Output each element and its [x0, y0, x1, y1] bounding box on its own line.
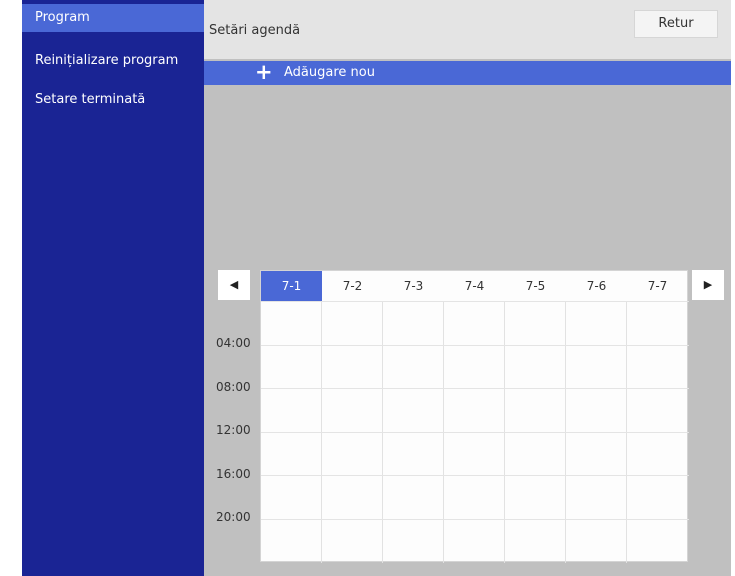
day-tab-7-4[interactable]: 7-4 — [444, 271, 505, 301]
time-row-divider — [261, 519, 689, 520]
day-tab-7-7[interactable]: 7-7 — [627, 271, 688, 301]
sidebar: Program Reinițializare program Setare te… — [22, 0, 204, 576]
time-label-0400: 04:00 — [216, 336, 251, 350]
add-new-button[interactable]: + Adăugare nou — [204, 61, 731, 85]
time-label-2000: 20:00 — [216, 510, 251, 524]
day-tab-7-1[interactable]: 7-1 — [261, 271, 322, 301]
header-bar: Setări agendă Retur — [204, 0, 731, 59]
page-title: Setări agendă — [209, 23, 301, 38]
day-tab-7-2[interactable]: 7-2 — [322, 271, 383, 301]
sidebar-item-setup-complete[interactable]: Setare terminată — [22, 86, 204, 114]
sidebar-item-program[interactable]: Program — [22, 4, 204, 32]
time-row-divider — [261, 475, 689, 476]
day-tab-7-5[interactable]: 7-5 — [505, 271, 566, 301]
back-button[interactable]: Retur — [634, 10, 718, 38]
time-label-1200: 12:00 — [216, 423, 251, 437]
time-label-0800: 08:00 — [216, 380, 251, 394]
time-row-divider — [261, 432, 689, 433]
add-new-label: Adăugare nou — [284, 65, 375, 80]
triangle-left-icon: ◀ — [229, 278, 239, 291]
time-row-divider — [261, 301, 689, 302]
previous-week-button[interactable]: ◀ — [218, 270, 250, 300]
next-week-button[interactable]: ▶ — [692, 270, 724, 300]
day-tab-7-6[interactable]: 7-6 — [566, 271, 627, 301]
plus-icon: + — [255, 60, 273, 84]
time-label-1600: 16:00 — [216, 467, 251, 481]
sidebar-item-reset-program[interactable]: Reinițializare program — [22, 47, 204, 75]
triangle-right-icon: ▶ — [703, 278, 713, 291]
day-tab-7-3[interactable]: 7-3 — [383, 271, 444, 301]
time-row-divider — [261, 345, 689, 346]
time-row-divider — [261, 388, 689, 389]
main-panel: Setări agendă Retur + Adăugare nou ◀ ▶ 7… — [204, 0, 731, 576]
schedule-calendar: 7-1 7-2 7-3 7-4 7-5 7-6 7-7 — [260, 270, 689, 563]
